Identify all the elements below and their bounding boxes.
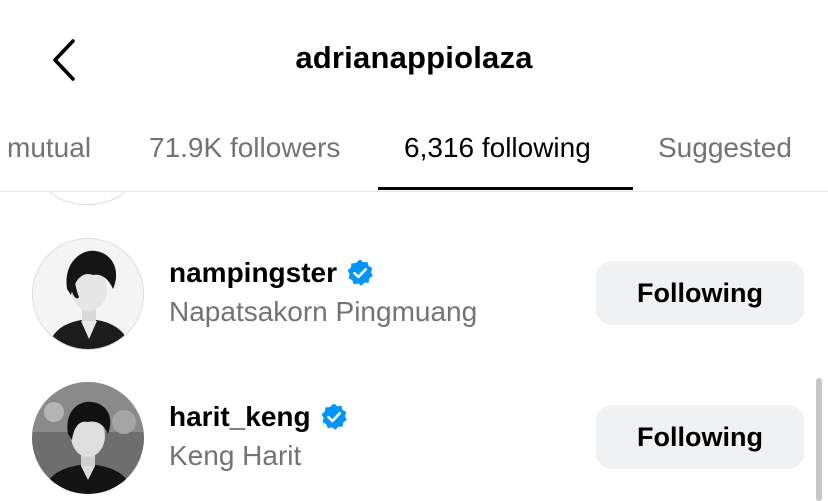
- avatar[interactable]: [32, 382, 144, 494]
- list-item[interactable]: harit_keng Keng Harit Following: [0, 373, 828, 501]
- list-item[interactable]: nampingster Napatsakorn Pingmuang Follow…: [0, 229, 828, 359]
- tab-following[interactable]: 6,316 following: [404, 132, 591, 172]
- username-line: nampingster: [169, 257, 375, 289]
- full-name: Napatsakorn Pingmuang: [169, 296, 478, 327]
- username[interactable]: nampingster: [169, 257, 337, 289]
- header: adrianappiolaza: [0, 0, 828, 118]
- username[interactable]: harit_keng: [169, 401, 311, 433]
- following-screen: adrianappiolaza mutual 71.9K followers 6…: [0, 0, 828, 501]
- following-button[interactable]: Following: [596, 261, 804, 325]
- full-name: Keng Harit: [169, 440, 302, 471]
- tabs-bar: mutual 71.9K followers 6,316 following S…: [0, 118, 828, 192]
- verified-badge-icon: [347, 259, 373, 286]
- username-line: harit_keng: [169, 401, 349, 433]
- tab-followers[interactable]: 71.9K followers: [149, 132, 340, 172]
- scrollbar[interactable]: [816, 378, 822, 501]
- following-button[interactable]: Following: [596, 405, 804, 469]
- tab-suggested[interactable]: Suggested: [658, 132, 792, 172]
- avatar[interactable]: [32, 238, 144, 350]
- tab-mutual[interactable]: mutual: [7, 132, 91, 172]
- active-tab-indicator: [378, 187, 633, 190]
- verified-badge-icon: [321, 403, 347, 430]
- profile-username-title: adrianappiolaza: [295, 40, 533, 75]
